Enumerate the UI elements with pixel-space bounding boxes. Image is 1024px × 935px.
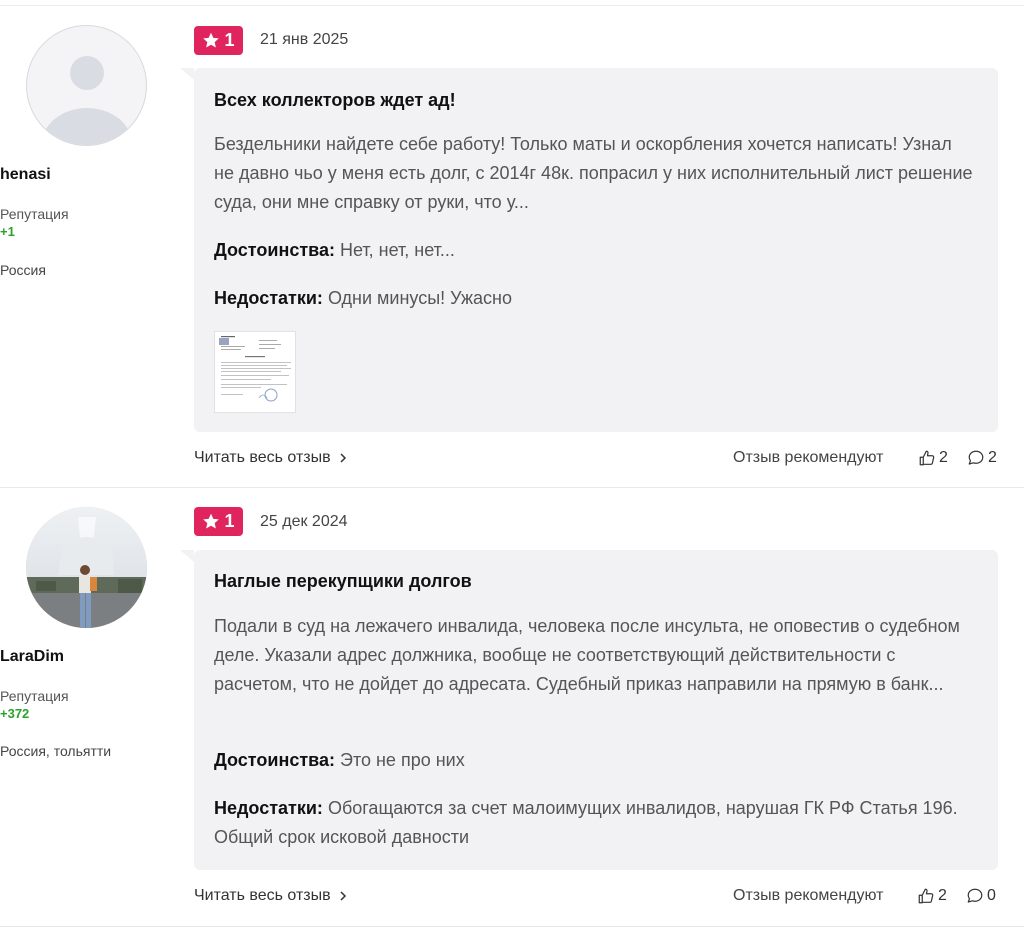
review-title[interactable]: Наглые перекупщики долгов	[214, 571, 472, 592]
star-icon	[203, 513, 220, 529]
pros-label: Достоинства:	[214, 750, 335, 770]
read-more-label: Читать весь отзыв	[194, 449, 331, 466]
review-text: Бездельники найдете себе работу! Только …	[214, 134, 973, 212]
review-text: Подали в суд на лежачего инвалида, челов…	[214, 616, 960, 694]
thumbs-up-icon	[919, 450, 935, 466]
reputation-value: +372	[0, 706, 30, 721]
review-divider	[0, 926, 1024, 927]
speech-bubble-icon	[968, 450, 984, 465]
read-full-review-link[interactable]: Читать весь отзыв	[194, 449, 347, 467]
review-title[interactable]: Всех коллекторов ждет ад!	[214, 90, 456, 111]
default-avatar-icon	[42, 56, 132, 145]
rating-value: 1	[224, 511, 235, 531]
author-location: Россия	[0, 262, 46, 278]
like-button[interactable]: 2	[917, 887, 947, 905]
comment-count: 2	[988, 449, 997, 466]
cons-line: Недостатки: Одни минусы! Ужасно	[214, 284, 974, 313]
review-divider	[0, 487, 1024, 488]
cons-label: Недостатки:	[214, 798, 323, 818]
reputation-value: +1	[0, 224, 15, 239]
like-count: 2	[939, 449, 948, 466]
cons-text: Одни минусы! Ужасно	[327, 288, 512, 308]
author-name[interactable]: LaraDim	[0, 648, 174, 666]
thumbs-up-icon	[918, 888, 934, 904]
review-date: 21 янв 2025	[260, 31, 349, 48]
cons-text: Обогащаются за счет малоимущих инвалидов…	[214, 798, 958, 847]
pros-line: Достоинства: Нет, нет, нет...	[214, 236, 974, 265]
rating-badge: 1	[194, 26, 243, 55]
rating-badge: 1	[194, 507, 243, 536]
review-card: Всех коллекторов ждет ад! Бездельники на…	[180, 68, 998, 432]
recommend-label: Отзыв рекомендуют	[733, 449, 884, 466]
reputation-label: Репутация	[0, 688, 69, 704]
like-count: 2	[938, 887, 947, 904]
author-name[interactable]: henasi	[0, 166, 174, 184]
read-full-review-link[interactable]: Читать весь отзыв	[194, 887, 347, 905]
author-location: Россия, тольятти	[0, 743, 112, 759]
cons-label: Недостатки:	[214, 288, 323, 308]
speech-bubble-icon	[967, 888, 983, 903]
document-image	[219, 336, 291, 402]
review-card: Наглые перекупщики долгов Подали в суд н…	[180, 550, 998, 870]
comments-button[interactable]: 0	[966, 887, 996, 905]
chevron-right-icon	[340, 891, 346, 901]
attachment-thumbnail[interactable]	[214, 331, 296, 413]
recommend-label: Отзыв рекомендуют	[733, 887, 884, 904]
comment-count: 0	[987, 887, 996, 904]
pros-line: Достоинства: Это не про них	[214, 746, 974, 775]
chevron-right-icon	[340, 453, 346, 463]
pros-text: Нет, нет, нет...	[340, 240, 455, 260]
star-icon	[203, 32, 220, 48]
read-more-label: Читать весь отзыв	[194, 887, 331, 904]
rating-value: 1	[224, 30, 235, 50]
user-photo	[26, 507, 147, 628]
top-divider	[0, 0, 1024, 6]
pros-label: Достоинства:	[214, 240, 335, 260]
pros-text: Это не про них	[340, 750, 465, 770]
review-date: 25 дек 2024	[260, 513, 348, 530]
reputation-label: Репутация	[0, 206, 69, 222]
comments-button[interactable]: 2	[967, 449, 997, 467]
avatar[interactable]	[26, 25, 147, 146]
cons-line: Недостатки: Обогащаются за счет малоимущ…	[214, 794, 974, 852]
avatar[interactable]	[26, 507, 147, 628]
like-button[interactable]: 2	[918, 449, 948, 467]
